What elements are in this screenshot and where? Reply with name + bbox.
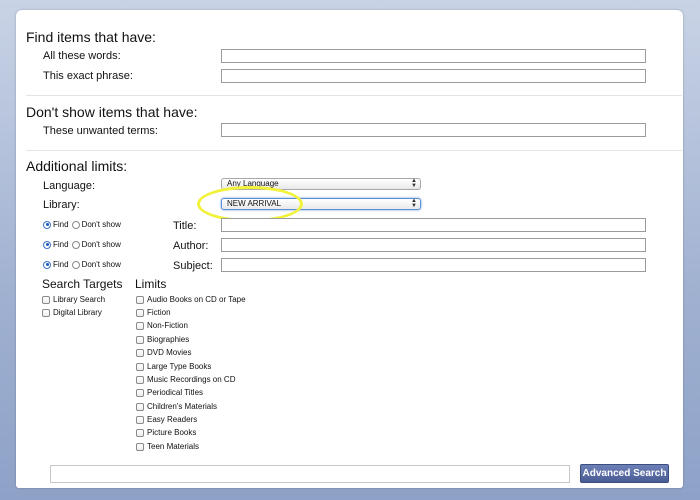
find-radio[interactable] <box>43 220 51 229</box>
checkbox[interactable] <box>42 308 50 317</box>
checkbox-label: Picture Books <box>147 428 197 437</box>
checkbox-label: Children's Materials <box>147 402 217 411</box>
checkbox[interactable] <box>136 348 144 357</box>
checkbox[interactable] <box>136 388 144 397</box>
checkbox[interactable] <box>136 415 144 424</box>
checkbox-label: Large Type Books <box>147 362 212 371</box>
search-target-item[interactable]: Digital Library <box>42 308 102 317</box>
subject-input[interactable] <box>221 258 646 272</box>
find-radio-label: Find <box>53 260 69 269</box>
language-label: Language: <box>43 180 95 192</box>
checkbox-label: Fiction <box>147 308 171 317</box>
title-input[interactable] <box>221 218 646 232</box>
footer-search-input[interactable] <box>50 465 570 483</box>
checkbox[interactable] <box>136 428 144 437</box>
limits-title: Limits <box>135 277 167 291</box>
checkbox[interactable] <box>136 308 144 317</box>
search-targets-title: Search Targets <box>42 277 123 291</box>
checkbox[interactable] <box>136 295 144 304</box>
limit-item[interactable]: Biographies <box>136 335 189 344</box>
exclude-section-title: Don't show items that have: <box>26 104 198 120</box>
author-label: Author: <box>173 240 209 252</box>
exact-phrase-label: This exact phrase: <box>43 70 133 82</box>
limit-item[interactable]: Children's Materials <box>136 402 217 411</box>
author-find-toggle: Find Don't show <box>43 240 121 249</box>
checkbox-label: Digital Library <box>53 308 102 317</box>
advanced-search-button[interactable]: Advanced Search <box>580 464 669 483</box>
unwanted-terms-label: These unwanted terms: <box>43 125 158 137</box>
title-label: Title: <box>173 220 197 232</box>
limit-item[interactable]: Audio Books on CD or Tape <box>136 295 246 304</box>
limit-item[interactable]: Picture Books <box>136 428 196 437</box>
dont-show-radio[interactable] <box>71 260 80 269</box>
divider <box>26 150 682 151</box>
advanced-search-panel: Find items that have: All these words: T… <box>16 10 683 488</box>
checkbox-label: Teen Materials <box>147 442 200 451</box>
limit-item[interactable]: DVD Movies <box>136 348 191 357</box>
unwanted-terms-input[interactable] <box>221 123 646 137</box>
language-select-value: Any Language <box>227 179 279 188</box>
library-select[interactable]: NEW ARRIVAL ▲ ▼ <box>221 198 421 210</box>
checkbox[interactable] <box>136 362 144 371</box>
dont-show-radio-label: Don't show <box>81 220 121 229</box>
limit-item[interactable]: Easy Readers <box>136 415 197 424</box>
subject-label: Subject: <box>173 260 213 272</box>
dont-show-radio[interactable] <box>71 240 80 249</box>
checkbox-label: Periodical Titles <box>147 388 204 397</box>
checkbox[interactable] <box>136 402 144 411</box>
limit-item[interactable]: Non-Fiction <box>136 321 188 330</box>
checkbox-label: Easy Readers <box>147 415 198 424</box>
all-words-label: All these words: <box>43 50 121 62</box>
checkbox[interactable] <box>136 335 144 344</box>
dont-show-radio-label: Don't show <box>81 260 121 269</box>
checkbox[interactable] <box>42 295 50 304</box>
subject-find-toggle: Find Don't show <box>43 260 121 269</box>
checkbox-label: Biographies <box>147 335 190 344</box>
limit-item[interactable]: Fiction <box>136 308 171 317</box>
limit-item[interactable]: Music Recordings on CD <box>136 375 235 384</box>
all-words-input[interactable] <box>221 49 646 63</box>
find-radio-label: Find <box>53 220 69 229</box>
language-select[interactable]: Any Language ▲ ▼ <box>221 178 421 190</box>
checkbox-label: Non-Fiction <box>147 321 188 330</box>
checkbox-label: Library Search <box>53 295 106 304</box>
checkbox-label: DVD Movies <box>147 348 192 357</box>
checkbox[interactable] <box>136 442 144 451</box>
checkbox-label: Audio Books on CD or Tape <box>147 295 246 304</box>
limit-item[interactable]: Periodical Titles <box>136 388 203 397</box>
find-section-title: Find items that have: <box>26 29 156 45</box>
checkbox[interactable] <box>136 375 144 384</box>
limit-item[interactable]: Teen Materials <box>136 442 199 451</box>
library-label: Library: <box>43 199 80 211</box>
title-find-toggle: Find Don't show <box>43 220 121 229</box>
library-select-value: NEW ARRIVAL <box>227 199 282 208</box>
exact-phrase-input[interactable] <box>221 69 646 83</box>
dont-show-radio-label: Don't show <box>81 240 121 249</box>
find-radio[interactable] <box>43 260 51 269</box>
checkbox-label: Music Recordings on CD <box>147 375 236 384</box>
limit-item[interactable]: Large Type Books <box>136 362 211 371</box>
find-radio[interactable] <box>43 240 51 249</box>
limits-section-title: Additional limits: <box>26 158 128 174</box>
checkbox[interactable] <box>136 321 144 330</box>
author-input[interactable] <box>221 238 646 252</box>
search-target-item[interactable]: Library Search <box>42 295 105 304</box>
divider <box>26 95 682 96</box>
select-arrows-icon: ▲ ▼ <box>411 198 417 209</box>
select-arrows-icon: ▲ ▼ <box>411 178 417 189</box>
dont-show-radio[interactable] <box>71 220 80 229</box>
find-radio-label: Find <box>53 240 69 249</box>
